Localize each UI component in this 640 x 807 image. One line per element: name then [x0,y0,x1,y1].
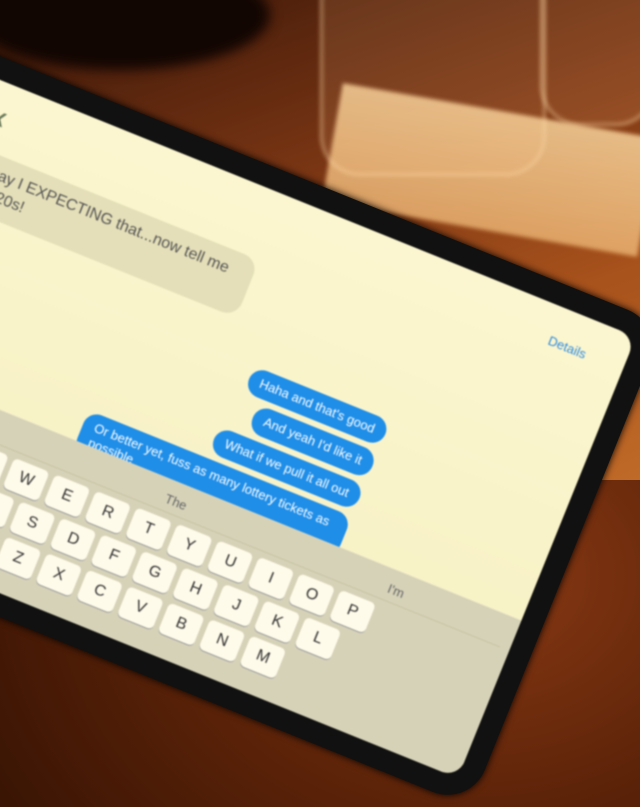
key[interactable]: V [116,585,164,630]
key[interactable]: D [49,517,97,562]
key[interactable]: N [198,618,246,663]
glass-cup-second [540,0,640,126]
key[interactable]: G [131,550,179,595]
key[interactable]: Z [0,536,42,581]
key[interactable]: B [157,602,205,647]
key[interactable]: H [171,567,220,612]
prediction-item[interactable]: I'm [386,580,407,600]
key[interactable]: I [247,556,295,601]
key[interactable]: C [75,569,124,614]
glass-cup [320,0,546,176]
key[interactable]: T [124,507,173,552]
key[interactable]: J [212,583,260,628]
prediction-item[interactable]: The [163,490,189,512]
key[interactable]: L [294,616,342,661]
key[interactable]: P [328,589,377,634]
details-button[interactable]: Details [546,332,588,361]
key[interactable]: U [206,540,254,585]
key[interactable]: X [35,553,83,597]
key[interactable]: K [253,600,301,645]
key[interactable]: M [239,635,287,680]
key[interactable]: F [90,534,138,579]
key[interactable]: O [288,573,336,618]
key[interactable]: R [84,490,132,535]
key[interactable]: E [43,474,91,519]
back-chevron-icon[interactable]: ❮ [0,108,10,128]
key[interactable]: Y [165,523,213,568]
key[interactable]: S [8,501,56,546]
